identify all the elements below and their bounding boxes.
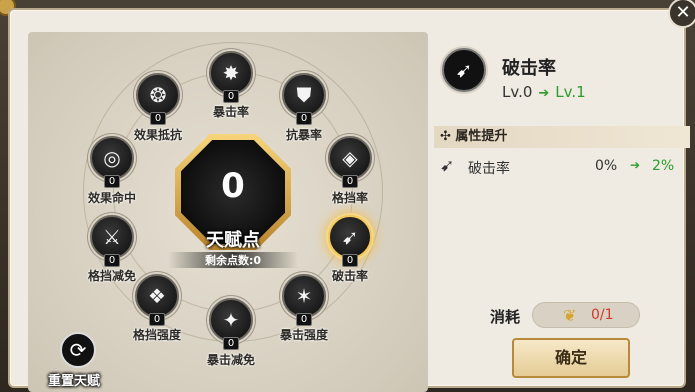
pierce-icon: ➹ bbox=[442, 48, 486, 92]
talent-panel: 0 天赋点 剩余点数:0 ✸ 0 暴击率 ⛊ 0 抗暴率 ◈ 0 格挡率 ➹ 0… bbox=[8, 8, 690, 392]
shield-spark-icon: ✦ bbox=[222, 308, 240, 332]
shield-slash-icon: ⚔ bbox=[103, 225, 121, 249]
gold-wing-icon: ❦ bbox=[563, 306, 577, 325]
node-label-crit-rate: 暴击率 bbox=[212, 105, 249, 119]
reset-talents-button[interactable]: ⟳ 重置天赋 bbox=[48, 332, 108, 390]
attribute-row: ➹ 破击率 0% ➔ 2% bbox=[440, 156, 680, 178]
node-label-block-strength: 格挡强度 bbox=[132, 328, 181, 342]
node-label-pierce-rate: 破击率 bbox=[331, 269, 368, 283]
node-level: 0 bbox=[104, 175, 120, 188]
crest-icon: ❂ bbox=[149, 83, 167, 107]
cost-label: 消耗 bbox=[490, 308, 521, 326]
talent-wheel: 0 天赋点 剩余点数:0 ✸ 0 暴击率 ⛊ 0 抗暴率 ◈ 0 格挡率 ➹ 0… bbox=[28, 32, 428, 392]
node-label-crit-reduce: 暴击减免 bbox=[206, 353, 255, 367]
pierce-icon: ➹ bbox=[440, 156, 455, 176]
detail-panel: ➹ 破击率 Lv.0 ➔ Lv.1 ✣ 属性提升 ➹ 破击率 0% ➔ 2% 消耗 … bbox=[434, 38, 690, 388]
remaining-points-label: 剩余点数:0 bbox=[168, 252, 298, 268]
node-label-effect-resist: 效果抵抗 bbox=[133, 128, 182, 142]
cost-value: 0/1 bbox=[591, 307, 614, 323]
node-label-crit-resist: 抗暴率 bbox=[285, 128, 322, 142]
node-level: 0 bbox=[104, 254, 120, 267]
window-frame: 0 天赋点 剩余点数:0 ✸ 0 暴击率 ⛊ 0 抗暴率 ◈ 0 格挡率 ➹ 0… bbox=[0, 0, 695, 392]
node-level: 0 bbox=[223, 337, 239, 350]
talent-node-block-rate[interactable]: ◈ 0 bbox=[328, 136, 372, 188]
target-icon: ◎ bbox=[103, 146, 121, 170]
section-header: ✣ 属性提升 bbox=[434, 126, 690, 148]
sparkle-icon: ✣ bbox=[440, 129, 456, 144]
level-row: Lv.0 ➔ Lv.1 bbox=[502, 83, 586, 101]
refresh-icon: ⟳ bbox=[60, 332, 96, 368]
pierce-icon: ➹ bbox=[341, 225, 359, 249]
node-level: 0 bbox=[342, 175, 358, 188]
talent-node-crit-resist[interactable]: ⛊ 0 bbox=[282, 73, 326, 125]
talent-node-crit-reduce[interactable]: ✦ 0 bbox=[209, 298, 253, 350]
shield-icon: ◈ bbox=[342, 146, 358, 170]
close-icon[interactable]: ✕ bbox=[668, 0, 695, 28]
shield-bolt-icon: ⛊ bbox=[296, 83, 312, 107]
swords-burst-icon: ✸ bbox=[222, 61, 240, 85]
node-label-crit-strength: 暴击强度 bbox=[279, 328, 328, 342]
talent-points-title: 天赋点 bbox=[206, 230, 260, 251]
node-label-effect-hit: 效果命中 bbox=[87, 191, 136, 205]
node-level: 0 bbox=[149, 313, 165, 326]
skill-name: 破击率 bbox=[502, 58, 556, 79]
attribute-to: 2% bbox=[652, 158, 675, 174]
node-level: 0 bbox=[223, 90, 239, 103]
arrow-right-icon: ➔ bbox=[630, 158, 641, 172]
confirm-button[interactable]: 确定 bbox=[512, 338, 630, 378]
talent-node-pierce-rate[interactable]: ➹ 0 bbox=[328, 215, 372, 267]
talent-node-effect-resist[interactable]: ❂ 0 bbox=[136, 73, 180, 125]
node-level: 0 bbox=[296, 112, 312, 125]
talent-node-crit-strength[interactable]: ✶ 0 bbox=[282, 274, 326, 326]
reset-talents-label: 重置天赋 bbox=[48, 374, 101, 389]
node-level: 0 bbox=[342, 254, 358, 267]
node-level: 0 bbox=[150, 112, 166, 125]
section-title: 属性提升 bbox=[455, 129, 508, 144]
node-level: 0 bbox=[296, 313, 312, 326]
arrow-right-icon: ➔ bbox=[538, 86, 550, 101]
node-label-block-reduce: 格挡减免 bbox=[87, 269, 136, 283]
talent-points-value: 0 bbox=[221, 166, 245, 206]
talent-node-crit-rate[interactable]: ✸ 0 bbox=[209, 51, 253, 103]
node-label-block-rate: 格挡率 bbox=[331, 191, 368, 205]
level-to: Lv.1 bbox=[555, 83, 586, 101]
wing-shield-icon: ❖ bbox=[148, 284, 166, 308]
talent-node-block-reduce[interactable]: ⚔ 0 bbox=[90, 215, 134, 267]
level-from: Lv.0 bbox=[502, 83, 533, 101]
attribute-from: 0% bbox=[595, 158, 618, 174]
attribute-name: 破击率 bbox=[468, 161, 510, 177]
cost-box: ❦ 0/1 bbox=[532, 302, 640, 328]
star-burst-icon: ✶ bbox=[295, 284, 313, 308]
